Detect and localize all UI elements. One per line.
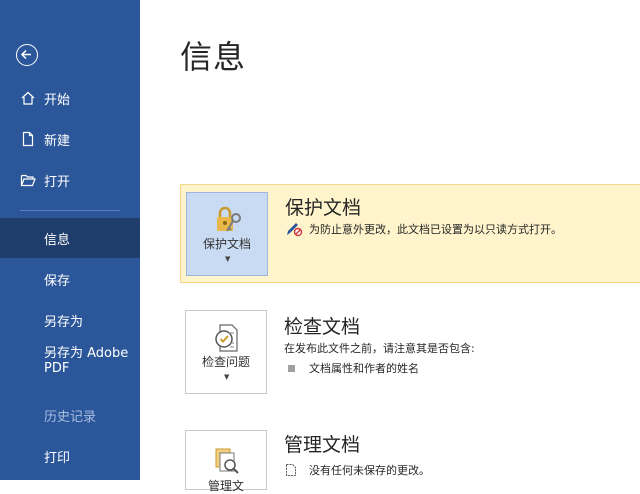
page-title: 信息 <box>180 38 247 76</box>
tile-label: 保护文档 <box>202 237 251 251</box>
check-for-issues-button[interactable]: 检查问题 ▼ <box>185 310 267 394</box>
sidebar-item-new[interactable]: 新建 <box>0 119 140 159</box>
sidebar-item-save-as-pdf[interactable]: 另存为 Adobe PDF <box>0 346 140 392</box>
tile-label: 检查问题 <box>201 355 250 369</box>
protect-document-button[interactable]: 保护文档 ▼ <box>186 192 268 276</box>
no-edit-pencil-icon <box>285 221 303 237</box>
document-icon <box>284 463 298 477</box>
sidebar-item-print[interactable]: 打印 <box>0 436 140 476</box>
sidebar-item-label: 另存为 <box>44 314 84 330</box>
manage-document-icon <box>210 445 244 479</box>
sidebar-item-label: 历史记录 <box>44 409 97 425</box>
new-document-icon <box>20 131 36 147</box>
section-description: 在发布此文件之前，请注意其是否包含: <box>284 342 475 355</box>
chevron-down-icon: ▼ <box>224 373 230 381</box>
sidebar-item-history: 历史记录 <box>0 395 140 435</box>
sidebar-item-save[interactable]: 保存 <box>0 259 140 299</box>
list-item: 文档属性和作者的姓名 <box>284 360 419 376</box>
section-description: 为防止意外更改，此文档已设置为以只读方式打开。 <box>285 221 562 237</box>
section-title: 管理文档 <box>284 434 361 456</box>
sidebar-item-label: 新建 <box>44 133 71 149</box>
sidebar-item-label: 信息 <box>44 232 71 248</box>
sidebar-item-label: 保存 <box>44 273 71 289</box>
section-title: 保护文档 <box>285 197 362 219</box>
manage-document-section: 管理文 管理文档 没有任何未保存的更改。 <box>180 428 640 493</box>
sidebar-item-info[interactable]: 信息 <box>0 218 140 258</box>
bullet-icon <box>288 364 295 372</box>
inspect-document-section: 检查问题 ▼ 检查文档 在发布此文件之前，请注意其是否包含: 文档属性和作者的姓… <box>180 300 640 400</box>
section-desc-text: 为防止意外更改，此文档已设置为以只读方式打开。 <box>309 223 562 236</box>
back-arrow-icon[interactable] <box>16 44 38 66</box>
protect-document-section: 保护文档 ▼ 保护文档 为防止意外更改，此文档已设置为以只读方式打开。 <box>180 184 640 283</box>
list-item-text: 文档属性和作者的姓名 <box>309 362 419 375</box>
sidebar-divider <box>20 210 120 211</box>
sidebar-item-label: 打印 <box>44 450 71 466</box>
sidebar-item-label: 另存为 Adobe PDF <box>44 346 129 376</box>
section-title: 检查文档 <box>284 316 361 338</box>
home-icon <box>20 90 36 106</box>
sidebar-item-label: 开始 <box>44 92 71 108</box>
inspect-document-icon <box>210 321 244 355</box>
sidebar-item-open[interactable]: 打开 <box>0 160 140 200</box>
sidebar-item-home[interactable]: 开始 <box>0 78 140 118</box>
backstage-sidebar: 开始 新建 打开 信息 保存 另存为 另存为 Adobe PDF 历史记录 打印 <box>0 0 140 480</box>
sidebar-item-save-as[interactable]: 另存为 <box>0 300 140 340</box>
section-description: 没有任何未保存的更改。 <box>284 462 430 478</box>
open-folder-icon <box>20 172 36 188</box>
lock-key-icon <box>211 203 245 237</box>
section-desc-text: 没有任何未保存的更改。 <box>309 464 430 477</box>
manage-document-button[interactable]: 管理文 <box>185 430 267 493</box>
chevron-down-icon: ▼ <box>225 255 231 263</box>
sidebar-item-label: 打开 <box>44 174 71 190</box>
